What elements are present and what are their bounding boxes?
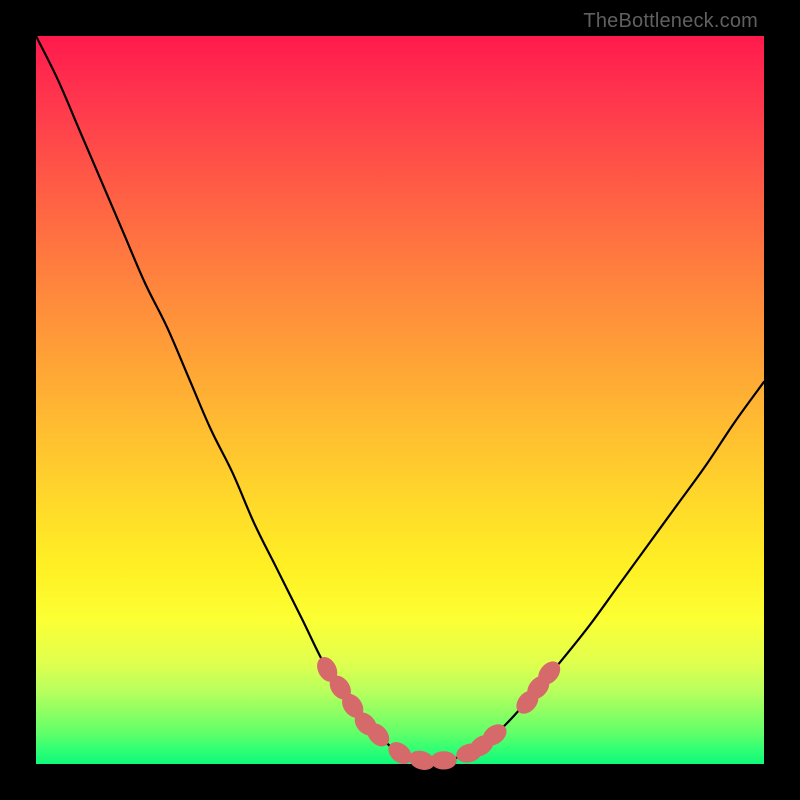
curve-marker: [431, 751, 457, 769]
bottleneck-curve: [36, 36, 764, 761]
markers-group: [313, 654, 565, 774]
curve-overlay: [36, 36, 764, 764]
curve-marker: [384, 738, 416, 769]
plot-frame: [36, 36, 764, 764]
chart-root: TheBottleneck.com: [0, 0, 800, 800]
watermark-text: TheBottleneck.com: [583, 10, 758, 33]
